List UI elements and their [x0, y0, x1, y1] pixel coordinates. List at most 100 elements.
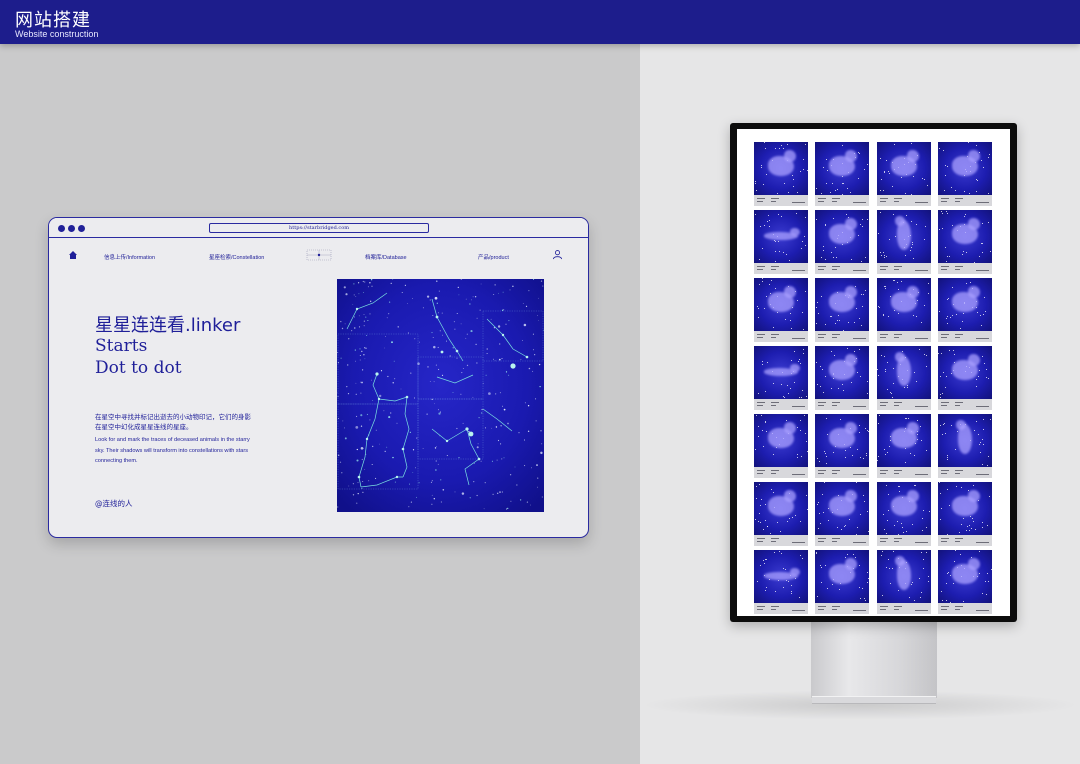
nav-item-constellation[interactable]: 星座检索/Constellation	[209, 253, 264, 261]
star-dot	[363, 354, 365, 356]
gallery-card[interactable]	[876, 346, 931, 410]
star-dot	[532, 370, 534, 372]
star-dot	[354, 327, 356, 329]
star-dot	[439, 411, 441, 413]
gallery-card[interactable]	[815, 346, 870, 410]
star-dot	[364, 347, 366, 349]
url-bar[interactable]: https://starbridged.com	[209, 223, 429, 233]
gallery-card[interactable]	[937, 414, 992, 478]
gallery-card[interactable]	[754, 550, 808, 614]
star-dot	[401, 292, 403, 294]
star-dot	[509, 289, 511, 291]
star-dot	[462, 422, 464, 424]
gallery-card[interactable]	[876, 142, 931, 206]
star-dot	[436, 302, 438, 304]
star-dot	[369, 282, 371, 284]
star-dot	[535, 420, 537, 422]
star-dot	[431, 480, 433, 482]
gallery-card-caption	[754, 331, 808, 342]
star-dot	[368, 480, 370, 482]
nav-item-database[interactable]: 档案库/Database	[365, 253, 407, 261]
gallery-card[interactable]	[815, 482, 870, 546]
star-dot	[414, 467, 416, 469]
gallery-card[interactable]	[815, 414, 870, 478]
gallery-card[interactable]	[815, 210, 870, 274]
gallery-card-image	[876, 346, 931, 399]
gallery-card[interactable]	[754, 210, 808, 274]
star-dot	[519, 499, 522, 501]
gallery-card[interactable]	[754, 414, 808, 478]
gallery-card-image	[815, 414, 870, 467]
star-dot	[359, 348, 361, 350]
star-dot	[456, 427, 458, 430]
star-dot	[541, 496, 543, 498]
gallery-card-image	[876, 278, 931, 331]
gallery-card[interactable]	[876, 550, 931, 614]
gallery-card[interactable]	[754, 278, 808, 342]
star-dot	[466, 333, 468, 335]
star-dot	[469, 497, 471, 499]
gallery-card[interactable]	[815, 142, 870, 206]
star-dot	[475, 343, 477, 346]
star-dot	[400, 388, 402, 390]
star-dot	[458, 456, 460, 459]
gallery-card-caption	[815, 263, 870, 274]
star-dot	[524, 465, 526, 467]
gallery-card[interactable]	[815, 550, 870, 614]
gallery-card[interactable]	[937, 278, 992, 342]
star-dot	[360, 392, 362, 394]
gallery-card-image	[815, 278, 870, 331]
star-dot	[539, 385, 541, 388]
gallery-card[interactable]	[876, 210, 931, 274]
star-dot	[371, 285, 373, 287]
star-dot	[472, 296, 474, 298]
gallery-card-caption	[876, 195, 931, 206]
constellation-star-map[interactable]	[337, 279, 544, 512]
star-dot	[494, 284, 496, 286]
gallery-card[interactable]	[876, 482, 931, 546]
nav-item-information[interactable]: 信息上传/Information	[104, 253, 155, 261]
star-dot	[396, 422, 398, 424]
star-dot	[520, 358, 522, 360]
home-icon[interactable]	[68, 250, 78, 260]
window-dot-icon[interactable]	[58, 225, 65, 232]
star-dot	[485, 374, 487, 376]
site-logo-icon[interactable]	[306, 248, 332, 262]
window-dot-icon[interactable]	[68, 225, 75, 232]
star-dot	[493, 294, 495, 295]
gallery-card[interactable]	[876, 414, 931, 478]
gallery-card[interactable]	[754, 346, 808, 410]
star-dot	[339, 461, 342, 463]
star-dot	[449, 355, 451, 357]
gallery-card[interactable]	[937, 482, 992, 546]
author-credit[interactable]: @连线的人	[95, 498, 133, 509]
star-dot	[456, 357, 458, 359]
window-dot-icon[interactable]	[78, 225, 85, 232]
gallery-card[interactable]	[754, 482, 808, 546]
star-dot	[365, 316, 367, 318]
star-dot	[477, 443, 479, 445]
star-dot	[497, 292, 499, 294]
star-dot	[476, 446, 479, 449]
gallery-card[interactable]	[937, 142, 992, 206]
user-icon[interactable]	[552, 249, 563, 260]
gallery-card[interactable]	[815, 278, 870, 342]
star-dot	[355, 426, 359, 429]
gallery-card-image	[937, 210, 992, 263]
gallery-card-caption	[876, 399, 931, 410]
gallery-card-image	[937, 278, 992, 331]
star-dot	[365, 347, 367, 349]
gallery-card[interactable]	[937, 346, 992, 410]
gallery-card-caption	[815, 467, 870, 478]
star-dot	[476, 494, 478, 497]
star-dot	[364, 358, 366, 360]
gallery-card[interactable]	[937, 210, 992, 274]
nav-item-product[interactable]: 产品/product	[478, 253, 509, 261]
star-dot	[372, 400, 374, 402]
gallery-card[interactable]	[937, 550, 992, 614]
gallery-card[interactable]	[876, 278, 931, 342]
star-dot	[499, 491, 501, 493]
gallery-card[interactable]	[754, 142, 808, 206]
star-dot	[338, 454, 340, 456]
hero-title-en-line2: Dot to dot	[95, 358, 182, 378]
